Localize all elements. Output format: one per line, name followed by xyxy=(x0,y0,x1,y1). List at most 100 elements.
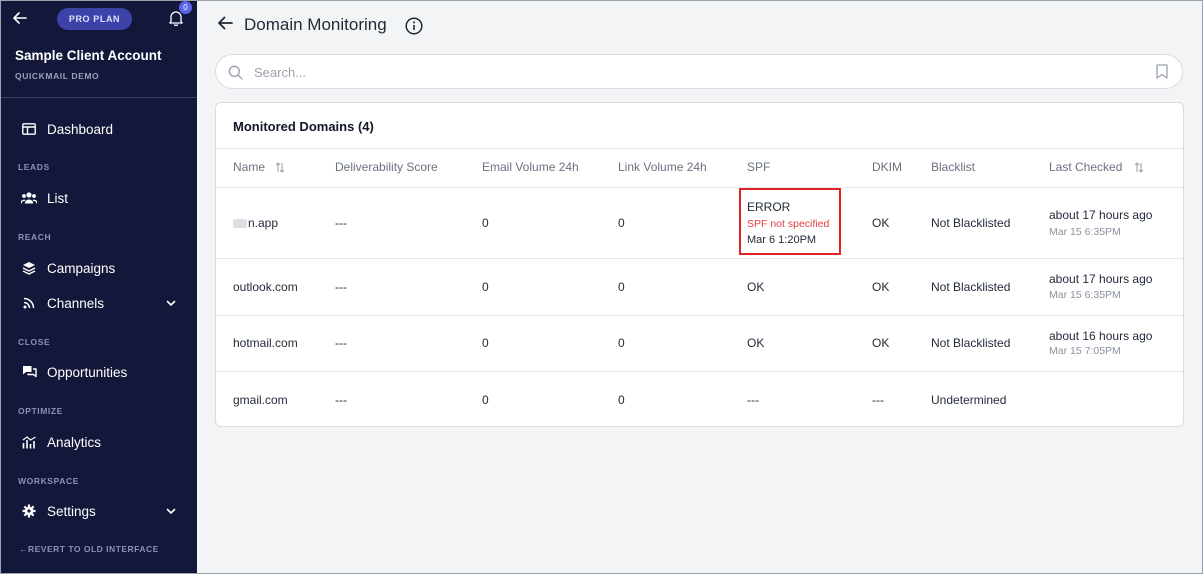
domain-name: outlook.com xyxy=(233,280,298,294)
search-input[interactable] xyxy=(254,61,1134,83)
back-arrow-icon[interactable] xyxy=(217,16,235,34)
card-title: Monitored Domains (4) xyxy=(233,119,374,134)
section-label-optimize: OPTIMIZE xyxy=(18,406,63,416)
blacklist-status: Undetermined xyxy=(931,393,1007,407)
column-header-link-volume: Link Volume 24h xyxy=(618,160,707,174)
notification-count-badge: 0 xyxy=(179,1,192,14)
sidebar-item-settings[interactable]: Settings xyxy=(21,499,181,523)
monitored-domains-card: Monitored Domains (4) Name Deliverabilit… xyxy=(215,102,1184,427)
layers-icon xyxy=(21,260,37,276)
sidebar-divider xyxy=(1,97,197,98)
column-header-last-checked[interactable]: Last Checked xyxy=(1049,160,1144,174)
sidebar-item-list[interactable]: List xyxy=(21,186,181,210)
domain-name: n.app xyxy=(233,216,278,230)
column-header-label: Last Checked xyxy=(1049,160,1123,174)
link-volume: 0 xyxy=(618,336,625,350)
section-label-leads: LEADS xyxy=(18,162,50,172)
plan-badge[interactable]: PRO PLAN xyxy=(57,8,132,30)
gear-icon xyxy=(21,503,37,519)
sort-icon[interactable] xyxy=(1134,161,1144,173)
last-checked-date: Mar 15 6:35PM xyxy=(1049,226,1121,238)
email-volume: 0 xyxy=(482,280,489,294)
revert-interface-link[interactable]: ←REVERT TO OLD INTERFACE xyxy=(19,544,159,554)
search-icon xyxy=(228,65,243,80)
sidebar-item-label: Channels xyxy=(47,295,105,311)
info-icon[interactable] xyxy=(405,17,423,35)
column-header-deliverability: Deliverability Score xyxy=(335,160,438,174)
last-checked-relative: about 16 hours ago xyxy=(1049,329,1153,343)
last-checked-date: Mar 15 7:05PM xyxy=(1049,345,1121,357)
dkim-status: --- xyxy=(872,393,884,407)
column-header-dkim: DKIM xyxy=(872,160,902,174)
chevron-down-icon[interactable] xyxy=(165,297,177,309)
last-checked-date: Mar 15 6:35PM xyxy=(1049,289,1121,301)
email-volume: 0 xyxy=(482,336,489,350)
domain-name: hotmail.com xyxy=(233,336,298,350)
deliverability-score: --- xyxy=(335,216,347,230)
bar-chart-icon xyxy=(21,434,37,450)
app-root: PRO PLAN 0 Sample Client Account QUICKMA… xyxy=(1,1,1202,573)
email-volume: 0 xyxy=(482,393,489,407)
deliverability-score: --- xyxy=(335,336,347,350)
dkim-status: OK xyxy=(872,216,890,230)
account-subtitle: QUICKMAIL DEMO xyxy=(15,71,100,81)
sidebar-item-label: Campaigns xyxy=(47,260,116,276)
column-header-blacklist: Blacklist xyxy=(931,160,976,174)
page-title: Domain Monitoring xyxy=(244,15,387,34)
account-name[interactable]: Sample Client Account xyxy=(15,48,162,63)
last-checked-relative: about 17 hours ago xyxy=(1049,208,1153,222)
sidebar: PRO PLAN 0 Sample Client Account QUICKMA… xyxy=(1,1,197,573)
rss-icon xyxy=(21,295,37,311)
sidebar-item-analytics[interactable]: Analytics xyxy=(21,430,181,454)
link-volume: 0 xyxy=(618,393,625,407)
search-bar xyxy=(215,54,1183,89)
column-header-name[interactable]: Name xyxy=(233,160,285,174)
sidebar-item-label: List xyxy=(47,190,69,206)
section-label-workspace: WORKSPACE xyxy=(18,476,79,486)
redacted-text xyxy=(233,219,247,229)
column-header-spf: SPF xyxy=(747,160,771,174)
section-label-reach: REACH xyxy=(18,232,52,242)
bookmark-icon[interactable] xyxy=(1156,64,1170,80)
sidebar-item-label: Dashboard xyxy=(47,121,114,137)
link-volume: 0 xyxy=(618,280,625,294)
main-content: Domain Monitoring Monitored Domains (4) … xyxy=(197,1,1202,573)
section-label-close: CLOSE xyxy=(18,337,51,347)
deliverability-score: --- xyxy=(335,280,347,294)
row-divider xyxy=(216,371,1183,372)
collapse-sidebar-arrow-icon[interactable] xyxy=(11,9,29,27)
column-header-label: Name xyxy=(233,160,266,174)
dashboard-icon xyxy=(21,121,37,137)
sidebar-item-opportunities[interactable]: Opportunities xyxy=(21,360,181,384)
deliverability-score: --- xyxy=(335,393,347,407)
spf-status: OK xyxy=(747,336,765,350)
chevron-down-icon[interactable] xyxy=(165,505,177,517)
spf-status: OK xyxy=(747,280,765,294)
dkim-status: OK xyxy=(872,336,890,350)
row-divider xyxy=(216,315,1183,316)
email-volume: 0 xyxy=(482,216,489,230)
card-divider xyxy=(216,148,1183,149)
blacklist-status: Not Blacklisted xyxy=(931,336,1011,350)
spf-error-highlight xyxy=(739,188,841,255)
dkim-status: OK xyxy=(872,280,890,294)
header-divider xyxy=(216,187,1183,188)
sidebar-item-label: Opportunities xyxy=(47,364,128,380)
domain-name: gmail.com xyxy=(233,393,288,407)
sidebar-item-channels[interactable]: Channels xyxy=(21,291,181,315)
users-icon xyxy=(21,190,37,206)
row-divider xyxy=(216,258,1183,259)
blacklist-status: Not Blacklisted xyxy=(931,280,1011,294)
sidebar-item-dashboard[interactable]: Dashboard xyxy=(21,117,181,141)
last-checked-relative: about 17 hours ago xyxy=(1049,272,1153,286)
sidebar-item-label: Settings xyxy=(47,503,96,519)
sidebar-item-campaigns[interactable]: Campaigns xyxy=(21,256,181,280)
chat-icon xyxy=(21,364,37,380)
spf-status: --- xyxy=(747,393,759,407)
domain-name-text: n.app xyxy=(248,216,279,230)
column-header-email-volume: Email Volume 24h xyxy=(482,160,579,174)
sidebar-item-label: Analytics xyxy=(47,434,102,450)
link-volume: 0 xyxy=(618,216,625,230)
blacklist-status: Not Blacklisted xyxy=(931,216,1011,230)
sort-icon[interactable] xyxy=(275,161,285,173)
